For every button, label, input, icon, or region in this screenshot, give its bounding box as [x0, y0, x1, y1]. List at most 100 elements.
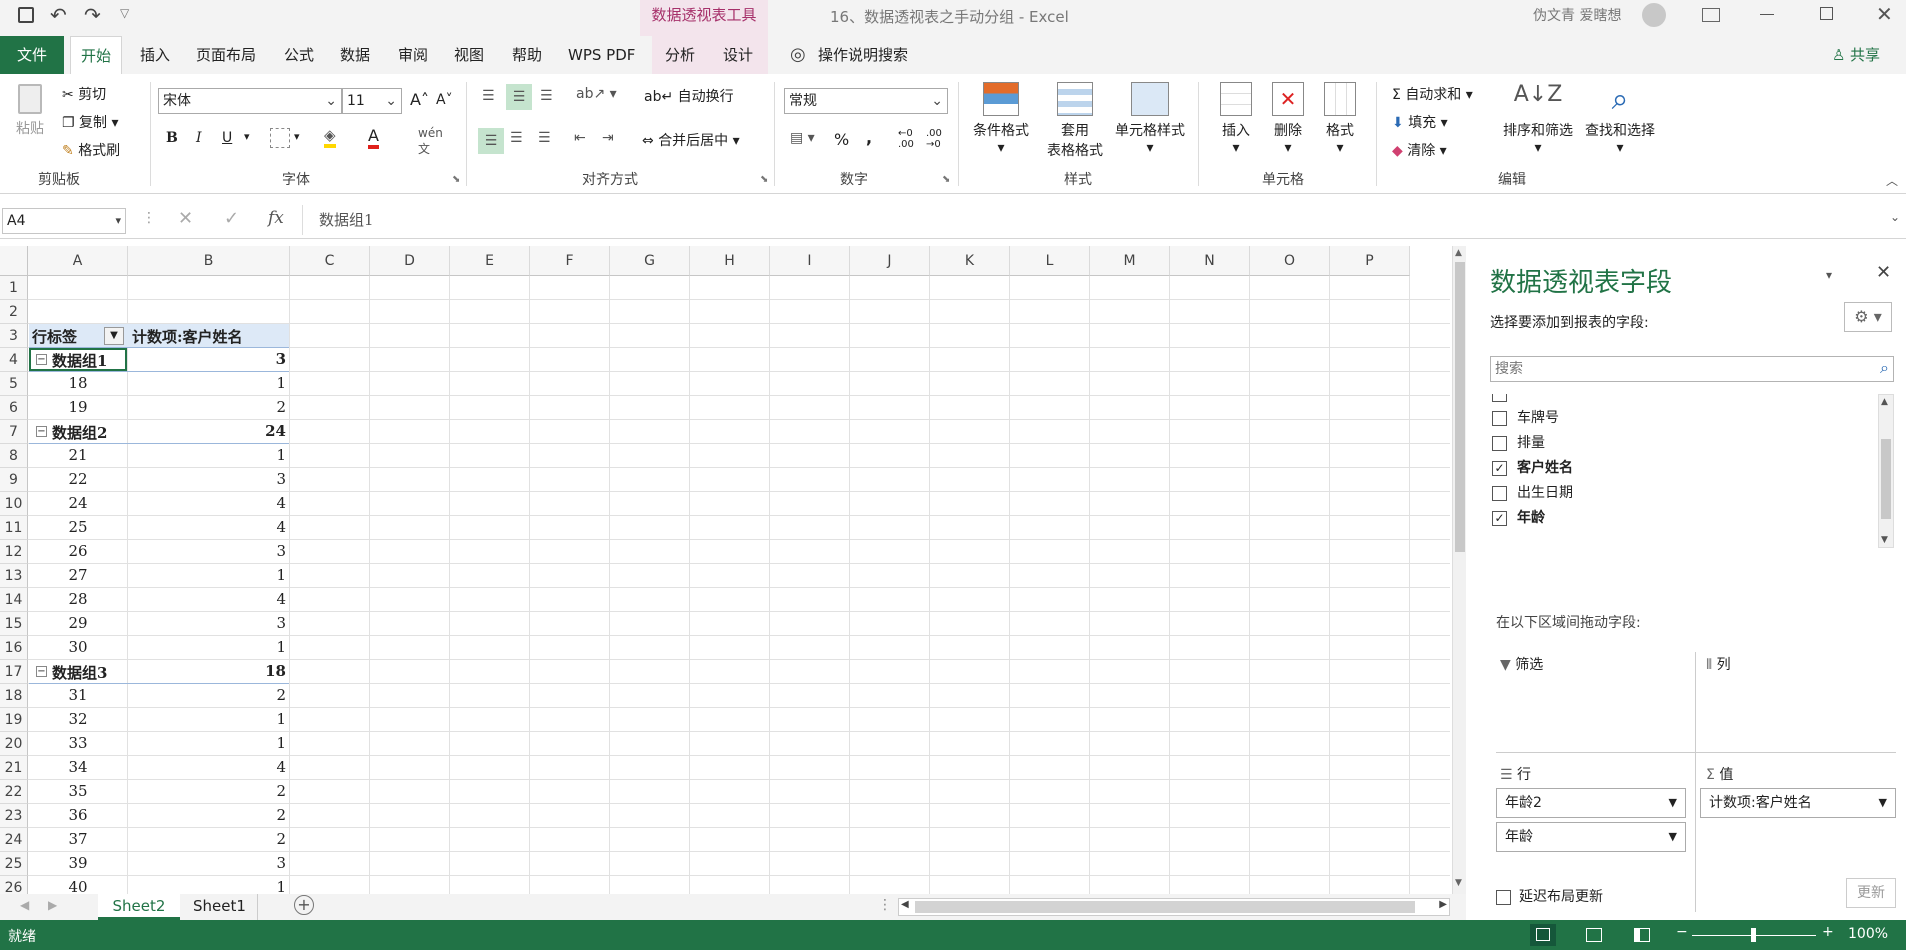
- tab-home[interactable]: 开始: [70, 36, 123, 74]
- format-cells-button[interactable]: 格式 ▾: [1318, 82, 1362, 156]
- select-all-corner[interactable]: [0, 246, 28, 276]
- row-header[interactable]: 19: [0, 708, 28, 732]
- row-header[interactable]: 11: [0, 516, 28, 540]
- sheet-tab-sheet1[interactable]: Sheet1: [182, 894, 258, 920]
- field-item[interactable]: 排量: [1492, 431, 1545, 455]
- cell-styles-button[interactable]: 单元格样式 ▾: [1112, 82, 1188, 156]
- row-field-age[interactable]: 年龄 ▼: [1496, 822, 1686, 852]
- next-sheet-icon[interactable]: ▶: [48, 898, 57, 912]
- insert-cells-button[interactable]: 插入 ▾: [1214, 82, 1258, 156]
- number-format-combo[interactable]: 常规 ⌄: [784, 88, 948, 114]
- row-header[interactable]: 14: [0, 588, 28, 612]
- row-header[interactable]: 9: [0, 468, 28, 492]
- row-header[interactable]: 24: [0, 828, 28, 852]
- row-header[interactable]: 22: [0, 780, 28, 804]
- column-header-f[interactable]: F: [530, 246, 610, 276]
- phonetic-icon[interactable]: wén 文: [418, 126, 443, 157]
- pivot-item-label[interactable]: 33: [30, 734, 126, 752]
- row-header[interactable]: 15: [0, 612, 28, 636]
- field-item[interactable]: 车辆用途: [1492, 531, 1573, 534]
- page-break-view-icon[interactable]: [1634, 928, 1650, 942]
- column-header-j[interactable]: J: [850, 246, 930, 276]
- column-header-h[interactable]: H: [690, 246, 770, 276]
- dialog-launcher-icon[interactable]: ⬊: [942, 174, 950, 185]
- tab-file[interactable]: 文件: [0, 36, 64, 74]
- column-header-l[interactable]: L: [1010, 246, 1090, 276]
- row-header[interactable]: 16: [0, 636, 28, 660]
- pivot-item-count[interactable]: 1: [128, 566, 286, 584]
- align-left-icon[interactable]: ☰: [478, 128, 504, 154]
- dialog-launcher-icon[interactable]: ⬊: [452, 174, 460, 185]
- tab-review[interactable]: 审阅: [398, 36, 428, 74]
- column-header-b[interactable]: B: [128, 246, 290, 276]
- tab-help[interactable]: 帮助: [512, 36, 542, 74]
- merge-center-button[interactable]: ⇔ 合并后居中 ▾: [642, 130, 740, 150]
- format-as-table-button[interactable]: 套用 表格格式: [1040, 82, 1110, 160]
- pivot-item-count[interactable]: 4: [128, 494, 286, 512]
- row-header[interactable]: 5: [0, 372, 28, 396]
- h-scroll-thumb[interactable]: [915, 901, 1415, 913]
- panel-options-icon[interactable]: ▾: [1826, 268, 1832, 282]
- checkbox-icon[interactable]: [1492, 485, 1507, 501]
- tab-formulas[interactable]: 公式: [284, 36, 314, 74]
- add-sheet-icon[interactable]: +: [294, 895, 314, 915]
- row-header[interactable]: 23: [0, 804, 28, 828]
- fill-button[interactable]: ⬇ 填充 ▾: [1392, 112, 1448, 132]
- tab-split-handle[interactable]: ⋮: [878, 897, 892, 913]
- pivot-item-label[interactable]: 29: [30, 614, 126, 632]
- checkbox-checked-icon[interactable]: ✓: [1492, 460, 1507, 476]
- sort-filter-button[interactable]: A↓Z 排序和筛选 ▾: [1498, 82, 1578, 156]
- pivot-item-label[interactable]: 36: [30, 806, 126, 824]
- avatar[interactable]: [1642, 3, 1666, 27]
- tab-view[interactable]: 视图: [454, 36, 484, 74]
- sheet-tab-sheet2[interactable]: Sheet2: [98, 894, 180, 920]
- column-header-n[interactable]: N: [1170, 246, 1250, 276]
- comma-icon[interactable]: ,: [866, 128, 872, 147]
- row-header[interactable]: 2: [0, 300, 28, 324]
- tab-insert[interactable]: 插入: [140, 36, 170, 74]
- close-icon[interactable]: ✕: [1876, 2, 1893, 26]
- pivot-item-count[interactable]: 4: [128, 590, 286, 608]
- pivot-item-label[interactable]: 22: [30, 470, 126, 488]
- save-icon[interactable]: [18, 7, 34, 23]
- decrease-indent-icon[interactable]: ⇤: [574, 130, 586, 146]
- zoom-in-icon[interactable]: +: [1822, 924, 1834, 940]
- row-header[interactable]: 18: [0, 684, 28, 708]
- font-color-icon[interactable]: A: [368, 126, 379, 149]
- prev-sheet-icon[interactable]: ◀: [20, 898, 29, 912]
- dialog-launcher-icon[interactable]: ⬊: [760, 174, 768, 185]
- pivot-item-label[interactable]: 32: [30, 710, 126, 728]
- pivot-item-count[interactable]: 2: [128, 782, 286, 800]
- autosum-button[interactable]: Σ 自动求和 ▾: [1392, 84, 1473, 104]
- tab-design[interactable]: 设计: [708, 36, 768, 74]
- expand-formula-icon[interactable]: ⌄: [1890, 210, 1900, 224]
- pivot-item-label[interactable]: 35: [30, 782, 126, 800]
- close-panel-icon[interactable]: ✕: [1876, 262, 1891, 283]
- pivot-item-label[interactable]: 34: [30, 758, 126, 776]
- field-list-scrollbar[interactable]: ▲ ▼: [1878, 394, 1894, 548]
- row-header[interactable]: 8: [0, 444, 28, 468]
- minimize-icon[interactable]: [1760, 14, 1774, 15]
- bold-button[interactable]: B: [166, 130, 178, 146]
- pivot-item-count[interactable]: 3: [128, 614, 286, 632]
- fill-color-icon[interactable]: ◈: [324, 126, 336, 148]
- filter-dropdown-icon[interactable]: ▼: [104, 327, 124, 345]
- pivot-item-count[interactable]: 2: [128, 806, 286, 824]
- collapse-icon[interactable]: −: [36, 426, 47, 437]
- checkbox-icon[interactable]: [1492, 410, 1507, 426]
- row-header[interactable]: 13: [0, 564, 28, 588]
- collapse-icon[interactable]: −: [36, 666, 47, 677]
- row-header[interactable]: 12: [0, 540, 28, 564]
- vertical-scrollbar[interactable]: ▲ ▼: [1452, 246, 1466, 894]
- column-header-o[interactable]: O: [1250, 246, 1330, 276]
- pivot-item-label[interactable]: 27: [30, 566, 126, 584]
- defer-checkbox[interactable]: [1496, 889, 1511, 905]
- pivot-item-label[interactable]: 19: [30, 398, 126, 416]
- pivot-item-count[interactable]: 2: [128, 830, 286, 848]
- pivot-item-label[interactable]: 18: [30, 374, 126, 392]
- pivot-item-count[interactable]: 4: [128, 518, 286, 536]
- ribbon-display-icon[interactable]: [1702, 8, 1720, 22]
- formula-input[interactable]: 数据组1: [302, 205, 1886, 235]
- paste-button[interactable]: 粘贴: [12, 84, 48, 138]
- row-header[interactable]: 25: [0, 852, 28, 876]
